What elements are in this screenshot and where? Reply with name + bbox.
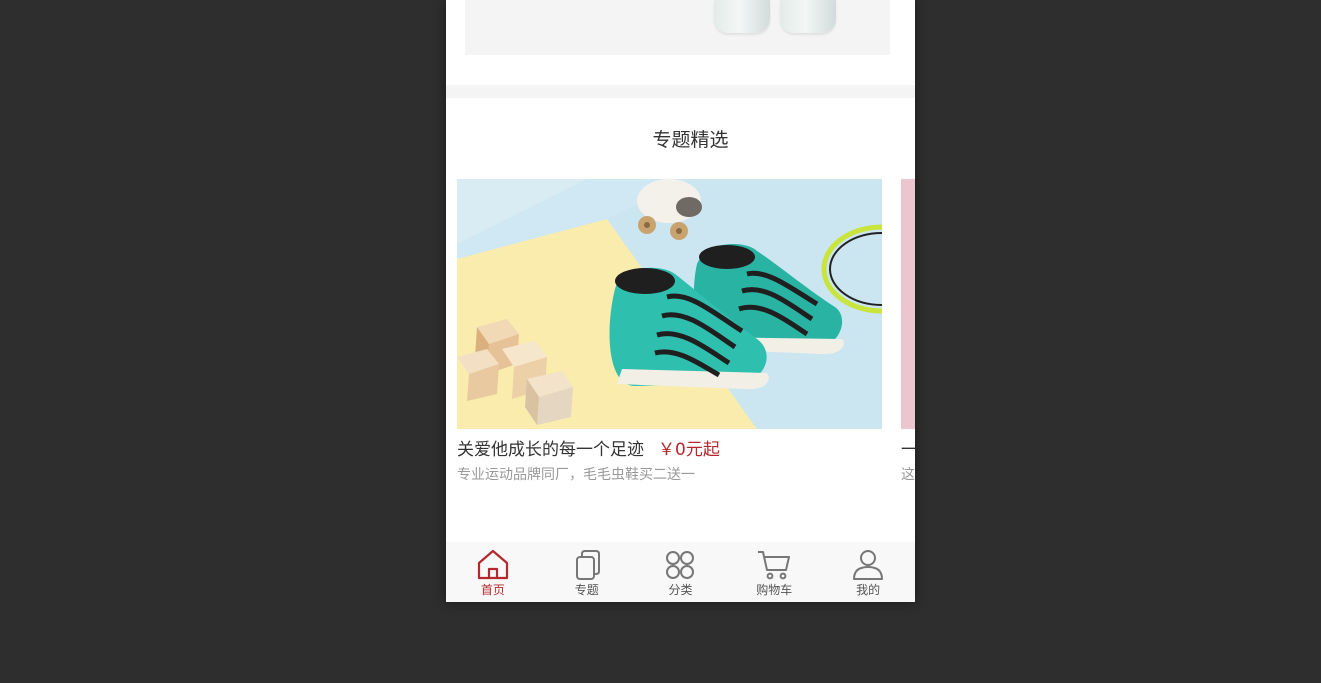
section-title: 专题精选 xyxy=(652,129,729,151)
cart-icon xyxy=(758,551,791,580)
tab-cart[interactable]: 购物车 xyxy=(727,542,821,602)
topic-title: 关爱他成长的每一个足迹 xyxy=(457,440,644,460)
product-image[interactable] xyxy=(465,0,890,55)
topic-title: 一 xyxy=(901,440,915,460)
bottle-shape xyxy=(780,0,836,33)
topic-card[interactable]: 关爱他成长的每一个足迹 ￥0元起 专业运动品牌同厂，毛毛虫鞋买二送一 xyxy=(457,179,882,484)
topic-image[interactable] xyxy=(457,179,882,429)
tab-label: 我的 xyxy=(856,583,881,597)
bottom-tab-bar: 首页 专题 分类 购物车 我的 xyxy=(446,542,915,602)
topic-price: ￥0元起 xyxy=(658,440,720,460)
topic-description: 这 xyxy=(901,467,915,483)
bottle-shape xyxy=(714,0,770,33)
tab-label: 首页 xyxy=(480,583,505,597)
topic-image[interactable] xyxy=(901,179,915,429)
user-icon xyxy=(853,550,884,580)
topic-card[interactable]: 一 这 xyxy=(901,179,915,484)
tab-profile[interactable]: 我的 xyxy=(821,542,915,602)
topic-icon xyxy=(575,550,600,580)
tab-label: 专题 xyxy=(574,583,599,597)
tab-home[interactable]: 首页 xyxy=(446,542,540,602)
mobile-viewport: 专题精选 关爱他成长的每一个足迹 ￥0元起 专业运动品牌同厂，毛毛虫鞋买二送一 … xyxy=(446,0,915,602)
tab-category[interactable]: 分类 xyxy=(634,542,728,602)
section-divider xyxy=(446,85,915,98)
category-icon xyxy=(666,551,695,579)
tab-label: 分类 xyxy=(668,583,693,597)
topic-title-row: 一 xyxy=(901,435,915,460)
topic-description: 专业运动品牌同厂，毛毛虫鞋买二送一 xyxy=(457,467,695,483)
tab-label: 购物车 xyxy=(756,583,793,597)
tab-topic[interactable]: 专题 xyxy=(540,542,634,602)
topic-title-row: 关爱他成长的每一个足迹 ￥0元起 xyxy=(457,435,882,460)
home-icon xyxy=(477,549,508,580)
